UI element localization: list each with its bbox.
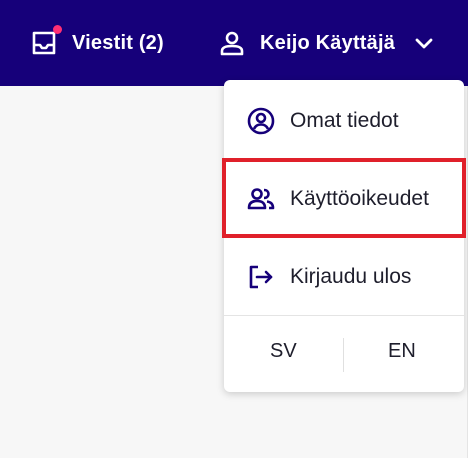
messages-button[interactable]: Viestit (2): [30, 24, 164, 62]
menu-item-label: Omat tiedot: [290, 109, 399, 132]
menu-divider: [224, 158, 464, 159]
user-menu-button[interactable]: Keijo Käyttäjä: [218, 24, 435, 62]
inbox-icon: [30, 25, 62, 58]
language-separator: [343, 338, 344, 372]
top-navigation-bar: Viestit (2) Keijo Käyttäjä: [0, 0, 468, 86]
messages-label: Viestit (2): [72, 31, 164, 54]
users-icon: [246, 184, 276, 214]
menu-item-permissions[interactable]: Käyttöoikeudet: [224, 160, 464, 238]
user-circle-icon: [246, 106, 276, 136]
menu-item-logout[interactable]: Kirjaudu ulos: [224, 238, 464, 316]
menu-item-label: Käyttöoikeudet: [290, 187, 429, 210]
language-selector: SV EN: [224, 316, 464, 392]
language-en-button[interactable]: EN: [388, 340, 416, 363]
chevron-down-icon: [413, 32, 435, 54]
notification-dot: [53, 25, 62, 34]
user-name: Keijo Käyttäjä: [260, 31, 396, 54]
language-sv-button[interactable]: SV: [270, 340, 297, 363]
user-icon: [218, 29, 246, 57]
menu-item-label: Kirjaudu ulos: [290, 265, 412, 288]
logout-icon: [246, 262, 276, 292]
user-dropdown-menu: Omat tiedot Käyttöoikeudet Kirjaudu ulos…: [224, 80, 464, 392]
menu-item-own-info[interactable]: Omat tiedot: [224, 82, 464, 160]
